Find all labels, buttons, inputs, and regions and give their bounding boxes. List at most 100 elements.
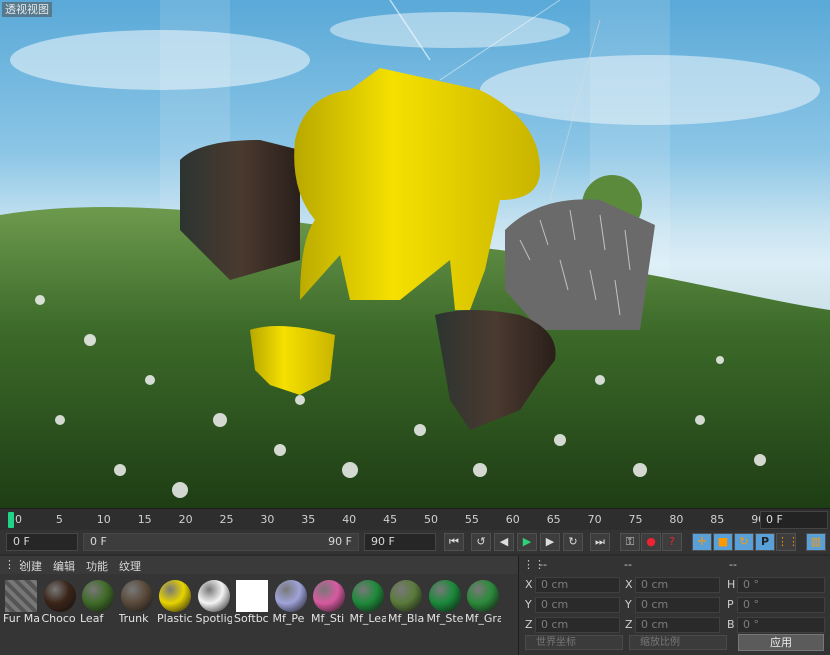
rot-p-label: P (727, 598, 734, 611)
material-label: Plastic (157, 612, 193, 625)
timeline-tick: 85 (710, 513, 725, 526)
next-frame-button[interactable]: ▶ (540, 533, 560, 551)
coord-header-right: -- (729, 558, 737, 571)
grid-icon[interactable]: ⋮⋮ (776, 533, 799, 551)
material-swatch[interactable]: Mf_Lea (349, 578, 386, 625)
prev-key-button[interactable]: ↺ (471, 533, 491, 551)
timeline-ruler[interactable]: 0 5 10 15 20 25 30 35 40 45 50 55 60 65 70 75 80 85 90 0 F (0, 508, 830, 530)
material-swatch[interactable]: Mf_Gra (465, 578, 501, 625)
material-preview (43, 580, 76, 612)
goto-end-button[interactable]: ⏭ (590, 533, 610, 551)
range-slider[interactable]: 0 F 90 F (83, 533, 359, 551)
coordinates-panel: ⋮⋮ -- -- -- X 0 cm X 0 cm H 0 ° Y 0 cm Y… (518, 556, 830, 655)
rot-h-field[interactable]: 0 ° (737, 577, 825, 593)
material-swatch[interactable]: Softbc (234, 578, 270, 625)
rot-b-field[interactable]: 0 ° (737, 617, 825, 633)
material-label: Mf_Gra (465, 612, 501, 625)
timeline-tick: 25 (219, 513, 234, 526)
size-z-field[interactable]: 0 cm (635, 617, 720, 633)
menu-texture[interactable]: 纹理 (119, 558, 141, 574)
material-swatch[interactable]: Choco (41, 578, 78, 625)
material-swatch[interactable]: Spotlig (195, 578, 232, 625)
pos-x-label: X (525, 578, 533, 591)
current-frame-field[interactable]: 0 F (6, 533, 78, 551)
material-swatch[interactable]: Plastic (157, 578, 193, 625)
material-label: Spotlig (195, 612, 232, 625)
auto-key-icon[interactable]: ? (662, 533, 682, 551)
3d-viewport[interactable]: 透视视图 (0, 0, 830, 508)
timeline-tick: 5 (55, 513, 63, 526)
transport-bar: 0 F 0 F 90 F 90 F ⏮ ↺ ◀ ▶ ▶ ↻ ⏭ ⚿ ● ? ✛ … (0, 530, 830, 554)
scale-icon[interactable]: ■ (713, 533, 733, 551)
timeline-tick: 80 (669, 513, 684, 526)
pos-z-field[interactable]: 0 cm (535, 617, 620, 633)
menu-edit[interactable]: 编辑 (53, 558, 75, 574)
material-preview (82, 580, 114, 612)
material-label: Mf_Lea (349, 612, 386, 625)
material-label: Choco (41, 612, 76, 625)
timeline-tick: 35 (301, 513, 316, 526)
material-swatch[interactable]: Mf_Ste (426, 578, 463, 625)
filmstrip-icon[interactable]: ▥ (806, 533, 826, 551)
pos-y-field[interactable]: 0 cm (535, 597, 620, 613)
rotate-icon[interactable]: ↻ (734, 533, 754, 551)
material-label: Mf_Pe (272, 612, 305, 625)
rot-b-label: B (727, 618, 735, 631)
pos-x-field[interactable]: 0 cm (535, 577, 620, 593)
param-icon[interactable]: P (755, 533, 775, 551)
pos-z-label: Z (525, 618, 533, 631)
record-icon[interactable]: ● (641, 533, 661, 551)
timeline-tick: 75 (628, 513, 643, 526)
material-swatch[interactable]: Leaf (80, 578, 116, 625)
material-label: Mf_Ste (426, 612, 463, 625)
material-label: Leaf (80, 612, 104, 625)
move-icon[interactable]: ✛ (692, 533, 712, 551)
timeline-tick: 10 (96, 513, 111, 526)
material-preview (351, 580, 384, 612)
coord-header-mid: -- (624, 558, 632, 571)
prev-frame-button[interactable]: ◀ (494, 533, 514, 551)
material-preview (120, 580, 153, 612)
size-x-field[interactable]: 0 cm (635, 577, 720, 593)
play-button[interactable]: ▶ (517, 533, 537, 551)
viewport-title: 透视视图 (2, 2, 52, 17)
next-key-button[interactable]: ↻ (563, 533, 583, 551)
timeline-tick: 30 (260, 513, 275, 526)
timeline-tick: 45 (383, 513, 398, 526)
rot-h-label: H (727, 578, 736, 591)
material-label: Mf_Bla (388, 612, 424, 625)
material-preview (467, 580, 499, 612)
timeline-end-field[interactable]: 0 F (760, 511, 828, 529)
playhead-marker[interactable] (8, 512, 14, 528)
rot-p-field[interactable]: 0 ° (737, 597, 825, 613)
material-list: Fur Ma Choco Leaf Trunk Plastic Spotlig Softbc… (0, 574, 518, 655)
coord-system-dropdown[interactable]: 世界坐标 (525, 635, 623, 650)
material-swatch[interactable]: Mf_Sti (311, 578, 347, 625)
range-start-label: 0 F (90, 535, 107, 548)
timeline-tick: 50 (424, 513, 438, 526)
coord-header-left: -- (539, 558, 547, 571)
apply-button[interactable]: 应用 (738, 634, 824, 651)
timeline-tick: 0 (15, 513, 22, 526)
size-y-field[interactable]: 0 cm (635, 597, 720, 613)
size-x-label: X (625, 578, 633, 591)
material-swatch[interactable]: Mf_Pe (272, 578, 309, 625)
material-preview (236, 580, 268, 612)
goto-start-button[interactable]: ⏮ (444, 533, 464, 551)
menu-function[interactable]: 功能 (86, 558, 108, 574)
material-swatch[interactable]: Mf_Bla (388, 578, 424, 625)
material-label: Mf_Sti (311, 612, 345, 625)
material-swatch[interactable]: Fur Ma (3, 578, 39, 625)
material-swatch[interactable]: Trunk (119, 578, 155, 625)
range-end-label: 90 F (328, 535, 352, 548)
material-menubar: ⋮⋮ 创建 编辑 功能 纹理 (0, 556, 518, 574)
menu-create[interactable]: 创建 (20, 558, 42, 574)
material-preview (428, 580, 461, 612)
scene-render (0, 0, 830, 508)
timeline-tick: 65 (546, 513, 561, 526)
key-icon[interactable]: ⚿ (620, 533, 640, 551)
max-frame-field[interactable]: 90 F (364, 533, 436, 551)
material-label: Fur Ma (3, 612, 39, 625)
scale-mode-dropdown[interactable]: 缩放比例 (629, 635, 727, 650)
material-preview (5, 580, 37, 612)
